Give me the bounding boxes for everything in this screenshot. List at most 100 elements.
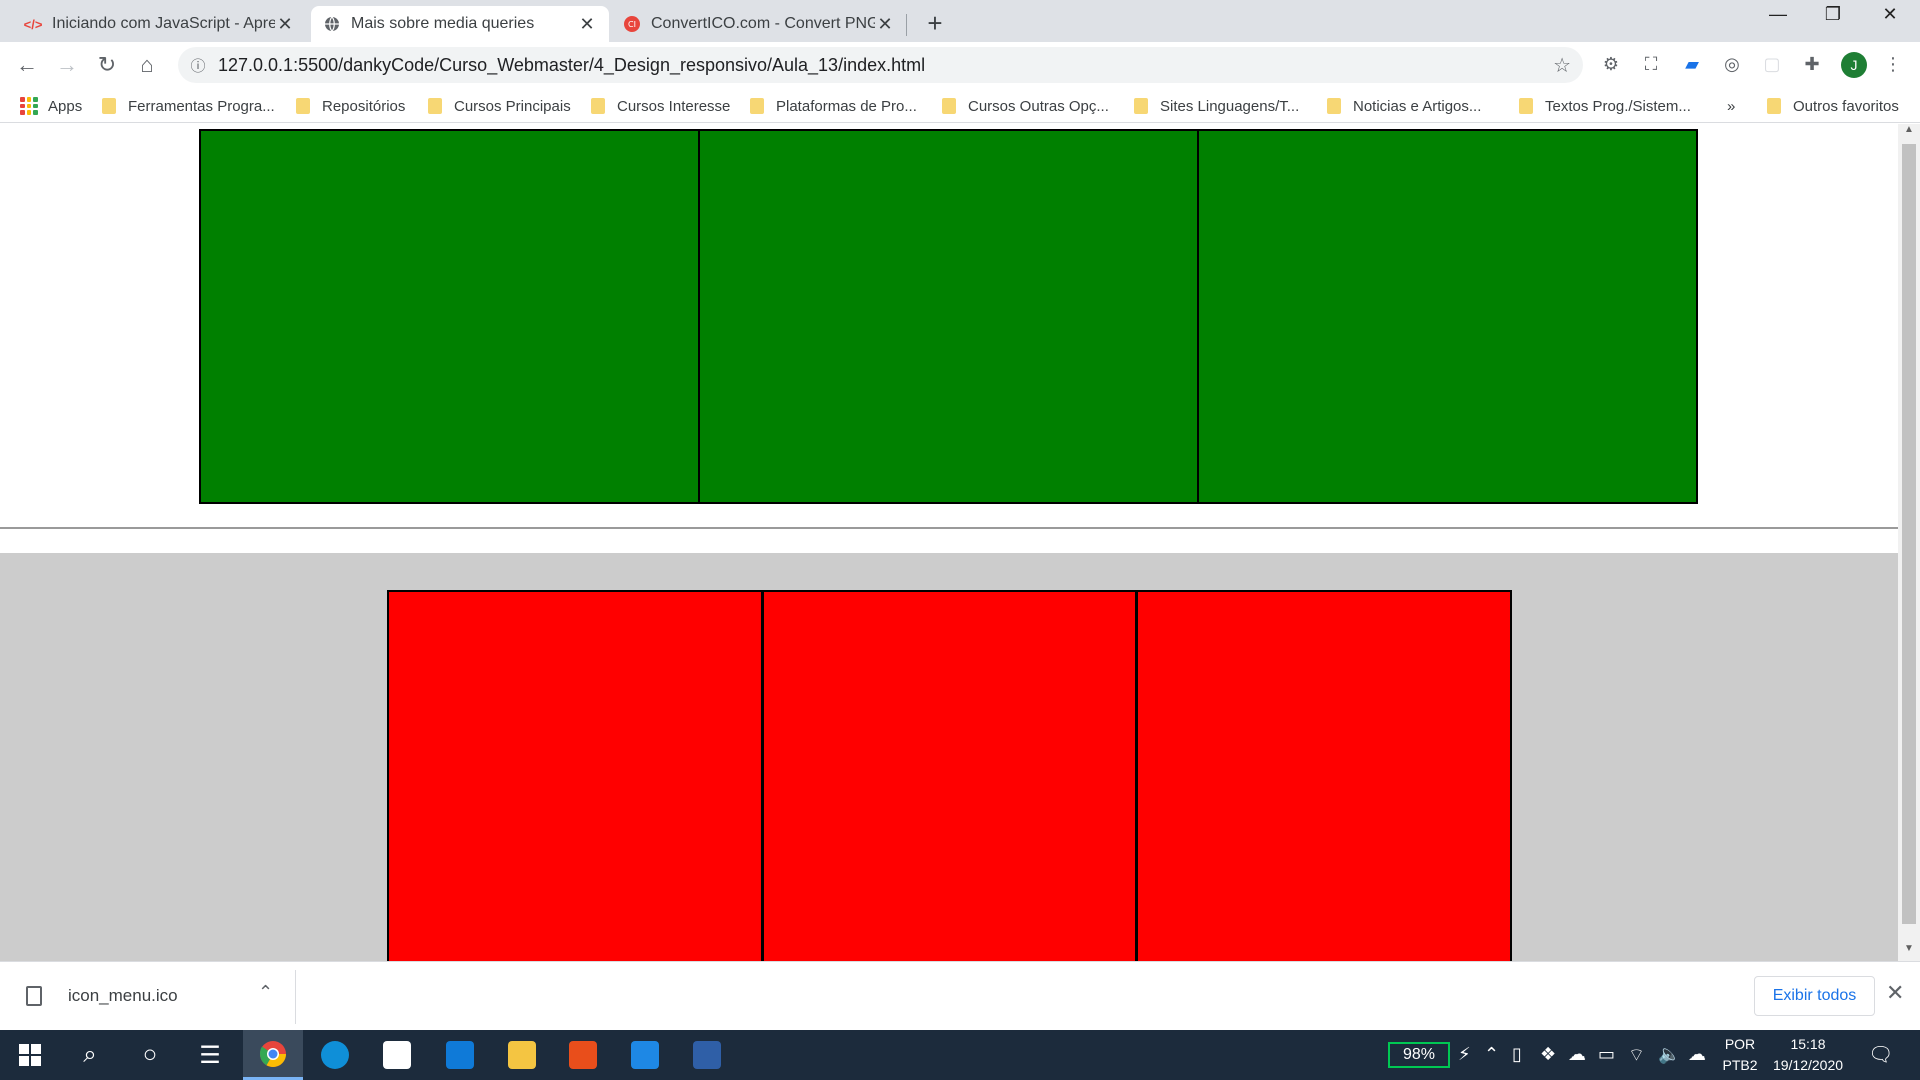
tab-media-queries[interactable]: Mais sobre media queries ✕: [311, 6, 609, 42]
folder-icon: [591, 98, 605, 114]
vertical-scrollbar[interactable]: ▲ ▼: [1898, 124, 1920, 961]
folder-icon: [1327, 98, 1341, 114]
section-green: [0, 124, 1898, 528]
folder-icon: [428, 98, 442, 114]
green-box: [700, 131, 1199, 502]
menu-kebab-icon[interactable]: ⋮: [1881, 52, 1905, 76]
bookmark-other-favorites[interactable]: Outros favoritos: [1767, 95, 1899, 117]
reload-icon[interactable]: ↻: [92, 50, 122, 80]
bookmark-folder[interactable]: Textos Prog./Sistem...: [1519, 95, 1691, 117]
close-window-icon[interactable]: ✕: [1870, 4, 1910, 25]
extension-drive-icon[interactable]: ▰: [1680, 52, 1704, 76]
folder-icon: [1767, 98, 1781, 114]
cortana-icon[interactable]: ○: [120, 1030, 180, 1080]
power-plug-icon[interactable]: ⚡: [1458, 1044, 1471, 1065]
new-tab-button[interactable]: +: [921, 8, 949, 39]
red-box-row: [387, 590, 1512, 961]
red-box: [389, 592, 764, 961]
tab-javascript[interactable]: </> Iniciando com JavaScript - Apres ✕: [12, 6, 307, 42]
bookmarks-bar: Apps Ferramentas Progra... Repositórios …: [0, 87, 1920, 123]
bookmark-folder[interactable]: Noticias e Artigos...: [1327, 95, 1481, 117]
office-icon[interactable]: [553, 1030, 613, 1080]
code-icon: </>: [23, 16, 43, 32]
bookmark-apps[interactable]: Apps: [20, 95, 82, 117]
dropbox-icon[interactable]: ❖: [1540, 1044, 1556, 1065]
bookmark-folder[interactable]: Cursos Outras Opç...: [942, 95, 1109, 117]
folder-icon: [750, 98, 764, 114]
chevron-up-icon[interactable]: ⌃: [1484, 1044, 1499, 1065]
minimize-icon[interactable]: —: [1758, 4, 1798, 25]
volume-icon[interactable]: 🔈: [1658, 1044, 1680, 1065]
chrome-icon[interactable]: [243, 1030, 303, 1080]
bookmark-folder[interactable]: Cursos Principais: [428, 95, 571, 117]
file-explorer-icon[interactable]: [492, 1030, 552, 1080]
close-tab-icon[interactable]: ✕: [577, 14, 597, 35]
vscode-icon[interactable]: [615, 1030, 675, 1080]
bookmark-label: Repositórios: [322, 97, 406, 115]
file-icon: [26, 986, 42, 1006]
notifications-icon[interactable]: 🗨: [1868, 1042, 1893, 1067]
bookmark-star-icon[interactable]: ☆: [1553, 53, 1571, 78]
chevron-up-icon[interactable]: ⌃: [258, 982, 273, 1003]
close-shelf-icon[interactable]: ✕: [1886, 980, 1904, 1006]
close-tab-icon[interactable]: ✕: [875, 14, 895, 35]
tab-bar: </> Iniciando com JavaScript - Apres ✕ M…: [0, 0, 1920, 42]
extension-gear-icon[interactable]: ⚙: [1599, 52, 1623, 76]
show-all-button[interactable]: Exibir todos: [1754, 976, 1875, 1016]
download-shelf: icon_menu.ico ⌃ Exibir todos ✕: [0, 961, 1920, 1030]
task-view-icon[interactable]: ☰: [180, 1030, 240, 1080]
keyboard-layout-indicator[interactable]: PTB2: [1718, 1057, 1762, 1073]
edge-icon[interactable]: [305, 1030, 365, 1080]
clock-date[interactable]: 19/12/2020: [1766, 1057, 1850, 1073]
extension-code-icon[interactable]: ◎: [1720, 52, 1744, 76]
bookmark-folder[interactable]: Repositórios: [296, 95, 405, 117]
address-bar[interactable]: ⓘ 127.0.0.1:5500/dankyCode/Curso_Webmast…: [178, 47, 1583, 83]
bookmark-label: Cursos Outras Opç...: [968, 97, 1109, 115]
globe-icon: [323, 15, 341, 33]
bookmark-folder[interactable]: Sites Linguagens/T...: [1134, 95, 1299, 117]
bookmarks-overflow-button[interactable]: »: [1727, 95, 1735, 117]
bookmark-folder[interactable]: Cursos Interesse: [591, 95, 730, 117]
bookmark-label: Apps: [48, 97, 83, 115]
page-viewport: ▲ ▼: [0, 124, 1920, 961]
wifi-icon[interactable]: ⌔: [1628, 1044, 1645, 1067]
scroll-up-icon[interactable]: ▲: [1898, 124, 1920, 142]
mail-icon[interactable]: [430, 1030, 490, 1080]
download-filename: icon_menu.ico: [68, 986, 178, 1005]
tab-title: Iniciando com JavaScript - Apres: [52, 15, 275, 32]
forward-icon[interactable]: →: [52, 50, 82, 80]
bookmark-label: Textos Prog./Sistem...: [1545, 97, 1691, 115]
clock-time[interactable]: 15:18: [1766, 1036, 1850, 1052]
bookmark-folder[interactable]: Plataformas de Pro...: [750, 95, 917, 117]
scrollbar-thumb[interactable]: [1902, 144, 1916, 924]
extension-blank-icon[interactable]: ▢: [1760, 52, 1784, 76]
browser-toolbar: ← → ↻ ⌂ ⓘ 127.0.0.1:5500/dankyCode/Curso…: [0, 42, 1920, 87]
windows-start-icon[interactable]: [0, 1030, 60, 1080]
section-red: [0, 553, 1898, 961]
battery-icon[interactable]: ▭: [1598, 1044, 1615, 1065]
onedrive-icon[interactable]: ☁: [1568, 1044, 1586, 1065]
divider: [295, 970, 296, 1024]
screen-capture-icon[interactable]: ⛶: [1639, 52, 1663, 76]
search-icon[interactable]: ⌕: [60, 1030, 120, 1080]
profile-avatar[interactable]: J: [1841, 52, 1867, 78]
device-icon[interactable]: ▯: [1512, 1044, 1522, 1065]
back-icon[interactable]: ←: [12, 50, 42, 80]
powershell-icon[interactable]: [677, 1030, 737, 1080]
folder-icon: [296, 98, 310, 114]
home-icon[interactable]: ⌂: [132, 50, 162, 80]
battery-indicator[interactable]: 98%: [1388, 1042, 1450, 1068]
download-item[interactable]: icon_menu.ico: [26, 984, 178, 1008]
bookmark-folder[interactable]: Ferramentas Progra...: [102, 95, 275, 117]
cloud-sync-icon[interactable]: ☁: [1688, 1044, 1706, 1065]
store-icon[interactable]: [367, 1030, 427, 1080]
close-tab-icon[interactable]: ✕: [275, 14, 295, 35]
scroll-down-icon[interactable]: ▼: [1898, 943, 1920, 961]
tab-converticon[interactable]: CI ConvertICO.com - Convert PNG t ✕: [611, 6, 907, 42]
language-indicator[interactable]: POR: [1718, 1036, 1762, 1052]
restore-icon[interactable]: ❐: [1813, 4, 1853, 25]
extensions-puzzle-icon[interactable]: ✚: [1800, 52, 1824, 76]
bookmark-label: Ferramentas Progra...: [128, 97, 275, 115]
folder-icon: [1134, 98, 1148, 114]
site-info-icon[interactable]: ⓘ: [178, 55, 218, 76]
